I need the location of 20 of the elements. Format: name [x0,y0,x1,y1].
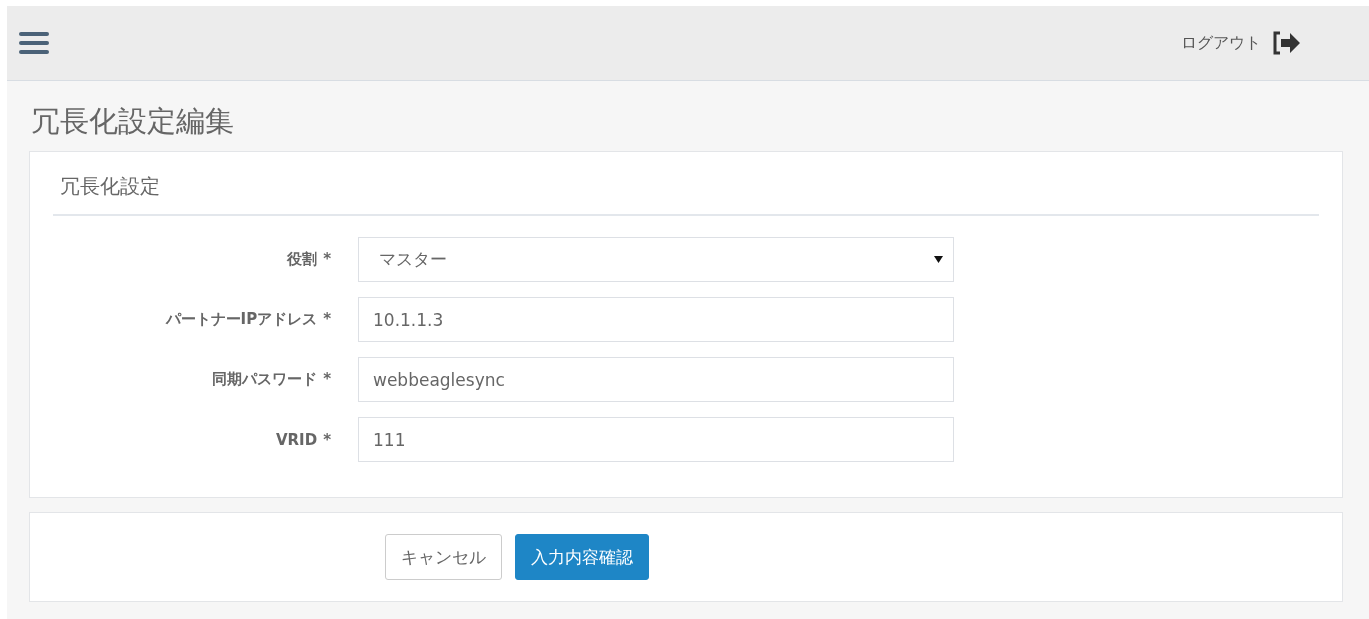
field-label: 役割 [287,250,318,268]
logout-icon[interactable] [1271,30,1303,56]
menu-icon[interactable] [19,31,49,55]
required-mark: * [323,310,331,328]
role-dropdown[interactable]: マスター [358,237,954,282]
required-mark: * [323,250,331,268]
field-label: 同期パスワード [212,370,318,388]
logout-link[interactable]: ログアウト [1181,32,1261,54]
required-mark: * [323,430,331,449]
input-field[interactable]: 111 [358,417,954,462]
input-field[interactable]: 10.1.1.3 [358,297,954,342]
input-field[interactable]: webbeaglesync [358,357,954,402]
field-label: VRID [275,430,318,449]
cancel-button[interactable]: キャンセル [385,534,502,580]
panel-title: 冗長化設定 [59,173,161,198]
required-mark: * [323,370,331,388]
page-title: 冗長化設定編集 [31,104,235,138]
field-label: パートナーIPアドレス [165,310,318,328]
confirm-button[interactable]: 入力内容確認 [515,534,649,580]
caret-icon [934,256,943,263]
